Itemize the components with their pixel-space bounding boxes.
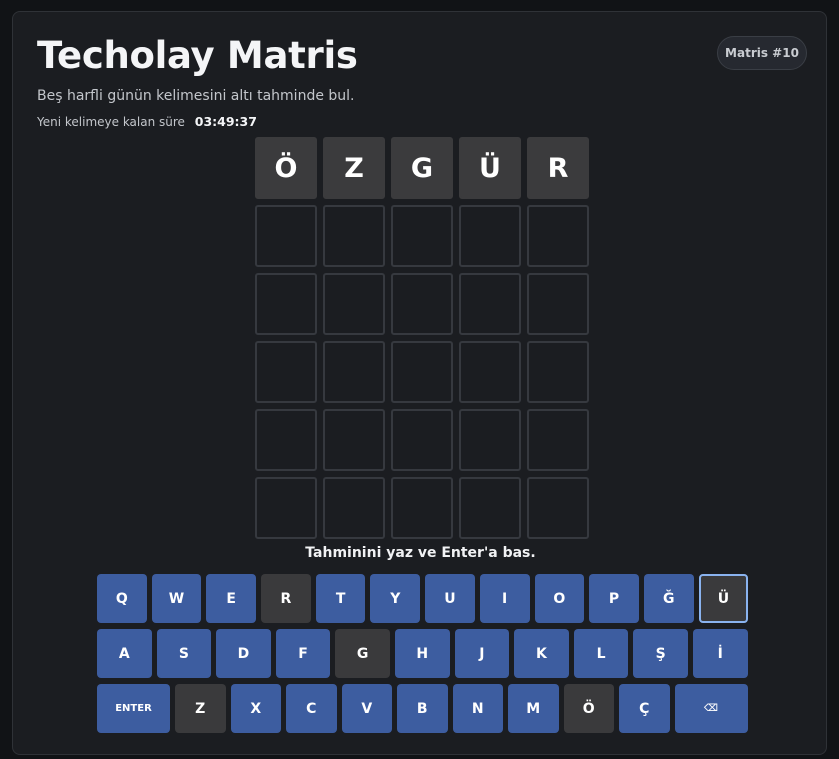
empty-tile bbox=[323, 341, 385, 403]
board-row bbox=[255, 409, 589, 471]
keyboard-row: ENTER Z X C V B N M Ö Ç ⌫ bbox=[97, 684, 748, 733]
empty-tile bbox=[255, 341, 317, 403]
instruction-text: Tahminini yaz ve Enter'a bas. bbox=[305, 545, 536, 561]
letter-tile: R bbox=[527, 137, 589, 199]
empty-tile bbox=[527, 477, 589, 539]
key-ü[interactable]: Ü bbox=[698, 574, 749, 623]
empty-tile bbox=[391, 205, 453, 267]
key-m[interactable]: M bbox=[508, 684, 559, 733]
empty-tile bbox=[459, 341, 521, 403]
puzzle-number-badge: Matris #10 bbox=[717, 36, 807, 70]
key-r[interactable]: R bbox=[261, 574, 311, 623]
empty-tile bbox=[527, 273, 589, 335]
letter-tile: Ü bbox=[459, 137, 521, 199]
key-o[interactable]: O bbox=[534, 574, 585, 623]
letter-tile: G bbox=[391, 137, 453, 199]
key-j[interactable]: J bbox=[454, 629, 510, 678]
key-l[interactable]: L bbox=[573, 629, 629, 678]
letter-tile: Ö bbox=[255, 137, 317, 199]
board-row bbox=[255, 205, 589, 267]
key-x[interactable]: X bbox=[230, 684, 281, 733]
key-n[interactable]: N bbox=[452, 684, 503, 733]
empty-tile bbox=[527, 409, 589, 471]
on-screen-keyboard: Q W E R T Y U I O P Ğ Ü A S D F G H J K L Ş İ ENTER Z X C V B N M Ö Ç ⌫ bbox=[97, 574, 749, 739]
empty-tile bbox=[323, 205, 385, 267]
key-w[interactable]: W bbox=[151, 574, 202, 623]
page-title: Techolay Matris bbox=[37, 34, 358, 77]
empty-tile bbox=[459, 409, 521, 471]
key-k[interactable]: K bbox=[514, 629, 569, 678]
key-g[interactable]: G bbox=[335, 629, 390, 678]
keyboard-row: ASDFGHJKLŞİ bbox=[97, 629, 748, 678]
empty-tile bbox=[255, 205, 317, 267]
key-z[interactable]: Z bbox=[175, 684, 226, 733]
enter-key[interactable]: ENTER bbox=[97, 684, 170, 733]
empty-tile bbox=[323, 409, 385, 471]
countdown-value: 03:49:37 bbox=[194, 114, 257, 129]
empty-tile bbox=[391, 341, 453, 403]
key-b[interactable]: B bbox=[397, 684, 448, 733]
key-ç[interactable]: Ç bbox=[619, 684, 670, 733]
key-i̇[interactable]: İ bbox=[692, 629, 748, 678]
empty-tile bbox=[391, 477, 453, 539]
empty-tile bbox=[459, 273, 521, 335]
key-q[interactable]: Q bbox=[97, 574, 147, 623]
key-v[interactable]: V bbox=[341, 684, 392, 733]
board-row bbox=[255, 477, 589, 539]
key-p[interactable]: P bbox=[589, 574, 639, 623]
empty-tile bbox=[391, 409, 453, 471]
key-a[interactable]: A bbox=[97, 629, 152, 678]
key-y[interactable]: Y bbox=[370, 574, 421, 623]
countdown-label: Yeni kelimeye kalan süre bbox=[37, 115, 185, 129]
key-u[interactable]: U bbox=[425, 574, 475, 623]
empty-tile bbox=[255, 477, 317, 539]
empty-tile bbox=[323, 273, 385, 335]
backspace-key[interactable]: ⌫ bbox=[674, 684, 748, 733]
key-ğ[interactable]: Ğ bbox=[643, 574, 694, 623]
empty-tile bbox=[527, 341, 589, 403]
board-row bbox=[255, 273, 589, 335]
board-row: ÖZGÜR bbox=[255, 137, 589, 199]
key-s[interactable]: S bbox=[156, 629, 212, 678]
key-ş[interactable]: Ş bbox=[633, 629, 688, 678]
guess-board: ÖZGÜR bbox=[255, 137, 589, 545]
key-c[interactable]: C bbox=[286, 684, 337, 733]
backspace-icon: ⌫ bbox=[703, 703, 719, 714]
key-t[interactable]: T bbox=[315, 574, 366, 623]
empty-tile bbox=[391, 273, 453, 335]
game-panel: Techolay Matris Beş harfli günün kelimes… bbox=[12, 11, 827, 755]
letter-tile: Z bbox=[323, 137, 385, 199]
key-d[interactable]: D bbox=[216, 629, 271, 678]
key-e[interactable]: E bbox=[206, 574, 257, 623]
key-f[interactable]: F bbox=[275, 629, 331, 678]
keyboard-row: QWERTYUIOPĞÜ bbox=[97, 574, 749, 623]
empty-tile bbox=[527, 205, 589, 267]
page-subtitle: Beş harfli günün kelimesini altı tahmind… bbox=[37, 88, 355, 104]
empty-tile bbox=[459, 477, 521, 539]
board-row bbox=[255, 341, 589, 403]
countdown: Yeni kelimeye kalan süre 03:49:37 bbox=[37, 114, 257, 129]
key-i[interactable]: I bbox=[479, 574, 530, 623]
empty-tile bbox=[255, 409, 317, 471]
empty-tile bbox=[255, 273, 317, 335]
empty-tile bbox=[459, 205, 521, 267]
empty-tile bbox=[323, 477, 385, 539]
key-ö[interactable]: Ö bbox=[563, 684, 614, 733]
key-h[interactable]: H bbox=[394, 629, 450, 678]
